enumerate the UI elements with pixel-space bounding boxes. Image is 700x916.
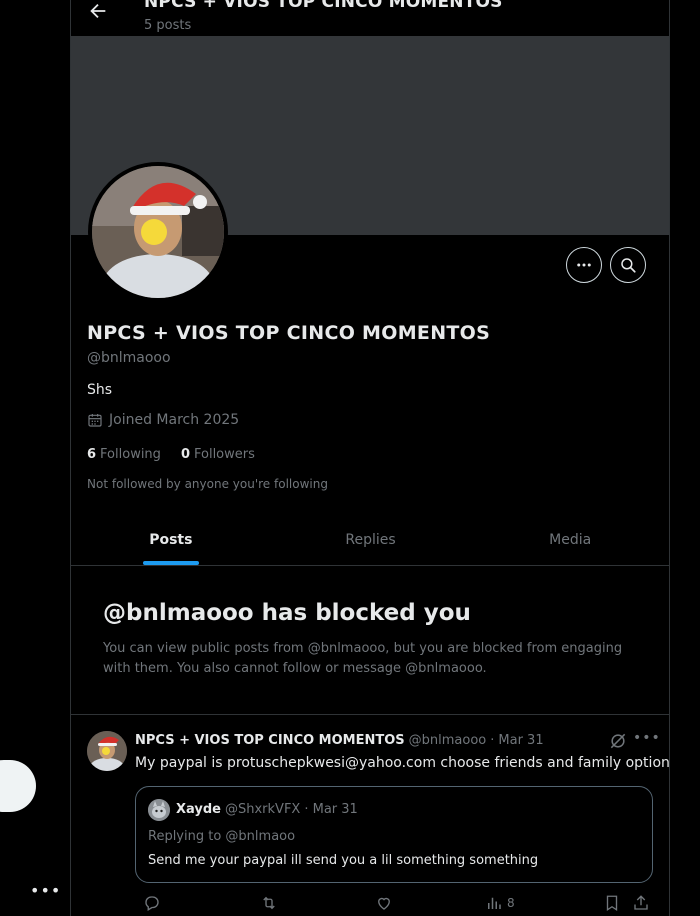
- quote-replying-to: Replying to @bnlmaoo: [148, 829, 296, 844]
- profile-handle: @bnlmaooo: [87, 350, 171, 366]
- quote-author-handle: @ShxrkVFX: [225, 802, 301, 817]
- tweet-header: NPCS + VIOS TOP CINCO MOMENTOS @bnlmaooo…: [135, 733, 544, 748]
- repost-button[interactable]: [259, 894, 279, 912]
- tab-posts[interactable]: Posts: [71, 515, 271, 565]
- share-button[interactable]: [632, 894, 650, 912]
- profile-top-bar: NPCS + VIOS TOP CINCO MOMENTOS 5 posts: [71, 0, 669, 36]
- like-button[interactable]: [375, 894, 393, 912]
- tab-media[interactable]: Media: [470, 515, 669, 565]
- more-horizontal-icon: [577, 263, 591, 267]
- reply-button[interactable]: [143, 894, 161, 912]
- quote-avatar: [148, 799, 170, 821]
- following-link[interactable]: 6 Following: [87, 447, 161, 462]
- profile-more-button[interactable]: [566, 247, 602, 283]
- tweet-author-name[interactable]: NPCS + VIOS TOP CINCO MOMENTOS: [135, 733, 405, 748]
- profile-search-button[interactable]: [610, 247, 646, 283]
- quote-header: Xayde @ShxrkVFX · Mar 31: [176, 802, 358, 817]
- following-count: 6: [87, 447, 97, 462]
- quote-text: Send me your paypal ill send you a lil s…: [148, 853, 539, 868]
- followers-link[interactable]: 0 Followers: [181, 447, 255, 462]
- tweet[interactable]: NPCS + VIOS TOP CINCO MOMENTOS @bnlmaooo…: [71, 716, 670, 916]
- profile-display-name: NPCS + VIOS TOP CINCO MOMENTOS: [87, 322, 491, 344]
- avatar-photo: [87, 731, 127, 771]
- avatar-photo: [92, 166, 224, 298]
- active-tab-indicator: [142, 561, 199, 565]
- grok-icon[interactable]: [608, 731, 628, 751]
- blocked-text: You can view public posts from @bnlmaooo…: [103, 641, 623, 676]
- profile-bio: Shs: [87, 382, 113, 398]
- tweet-text: My paypal is protuschepkwesi@yahoo.com c…: [135, 755, 670, 771]
- avatar-photo: [148, 799, 170, 821]
- followers-label: Followers: [193, 447, 255, 462]
- tab-replies-label: Replies: [345, 532, 396, 548]
- repost-icon: [263, 896, 275, 910]
- following-label: Following: [100, 447, 161, 462]
- tweet-more-icon[interactable]: •••: [633, 730, 660, 750]
- profile-tabs: Posts Replies Media: [71, 515, 669, 566]
- quoted-tweet[interactable]: Xayde @ShxrkVFX · Mar 31 Replying to @bn…: [135, 786, 653, 883]
- follow-stats: 6 Following 0 Followers: [87, 447, 255, 462]
- tweet-actions: 8: [135, 894, 655, 916]
- like-icon: [378, 897, 390, 910]
- compose-post-button[interactable]: [0, 760, 36, 812]
- quote-date: · Mar 31: [304, 802, 358, 817]
- views-icon: [488, 897, 501, 909]
- joined-date: Joined March 2025: [109, 412, 240, 428]
- top-bar-title: NPCS + VIOS TOP CINCO MOMENTOS: [144, 0, 503, 12]
- bookmark-icon: [606, 895, 618, 912]
- tab-replies[interactable]: Replies: [271, 515, 471, 565]
- left-navigation-rail: •••: [0, 0, 70, 916]
- tab-media-label: Media: [549, 532, 592, 548]
- quote-author-name: Xayde: [176, 802, 221, 817]
- profile-avatar[interactable]: [88, 162, 228, 302]
- right-margin: [670, 0, 700, 916]
- views-button[interactable]: 8: [485, 894, 515, 912]
- post-count: 5 posts: [144, 18, 192, 33]
- calendar-icon: [88, 414, 102, 427]
- tab-posts-label: Posts: [149, 532, 193, 548]
- blocked-notice: @bnlmaooo has blocked you You can view p…: [71, 566, 669, 715]
- share-icon: [634, 895, 648, 910]
- tweet-date[interactable]: Mar 31: [498, 733, 543, 748]
- tweet-author-handle[interactable]: @bnlmaooo: [409, 733, 487, 748]
- reply-icon: [145, 896, 159, 911]
- not-followed-note: Not followed by anyone you're following: [87, 477, 328, 491]
- more-icon[interactable]: •••: [30, 880, 60, 902]
- followers-count: 0: [180, 447, 190, 462]
- search-icon: [621, 258, 636, 273]
- bookmark-button[interactable]: [603, 894, 621, 912]
- tweet-avatar[interactable]: [87, 731, 127, 771]
- blocked-title: @bnlmaooo has blocked you: [103, 600, 471, 626]
- profile-column: NPCS + VIOS TOP CINCO MOMENTOS 5 posts N…: [70, 0, 670, 916]
- tweet-separator: ·: [490, 733, 495, 748]
- back-arrow-icon[interactable]: [87, 0, 109, 22]
- views-count: 8: [507, 896, 515, 910]
- profile-joined: Joined March 2025: [87, 412, 239, 428]
